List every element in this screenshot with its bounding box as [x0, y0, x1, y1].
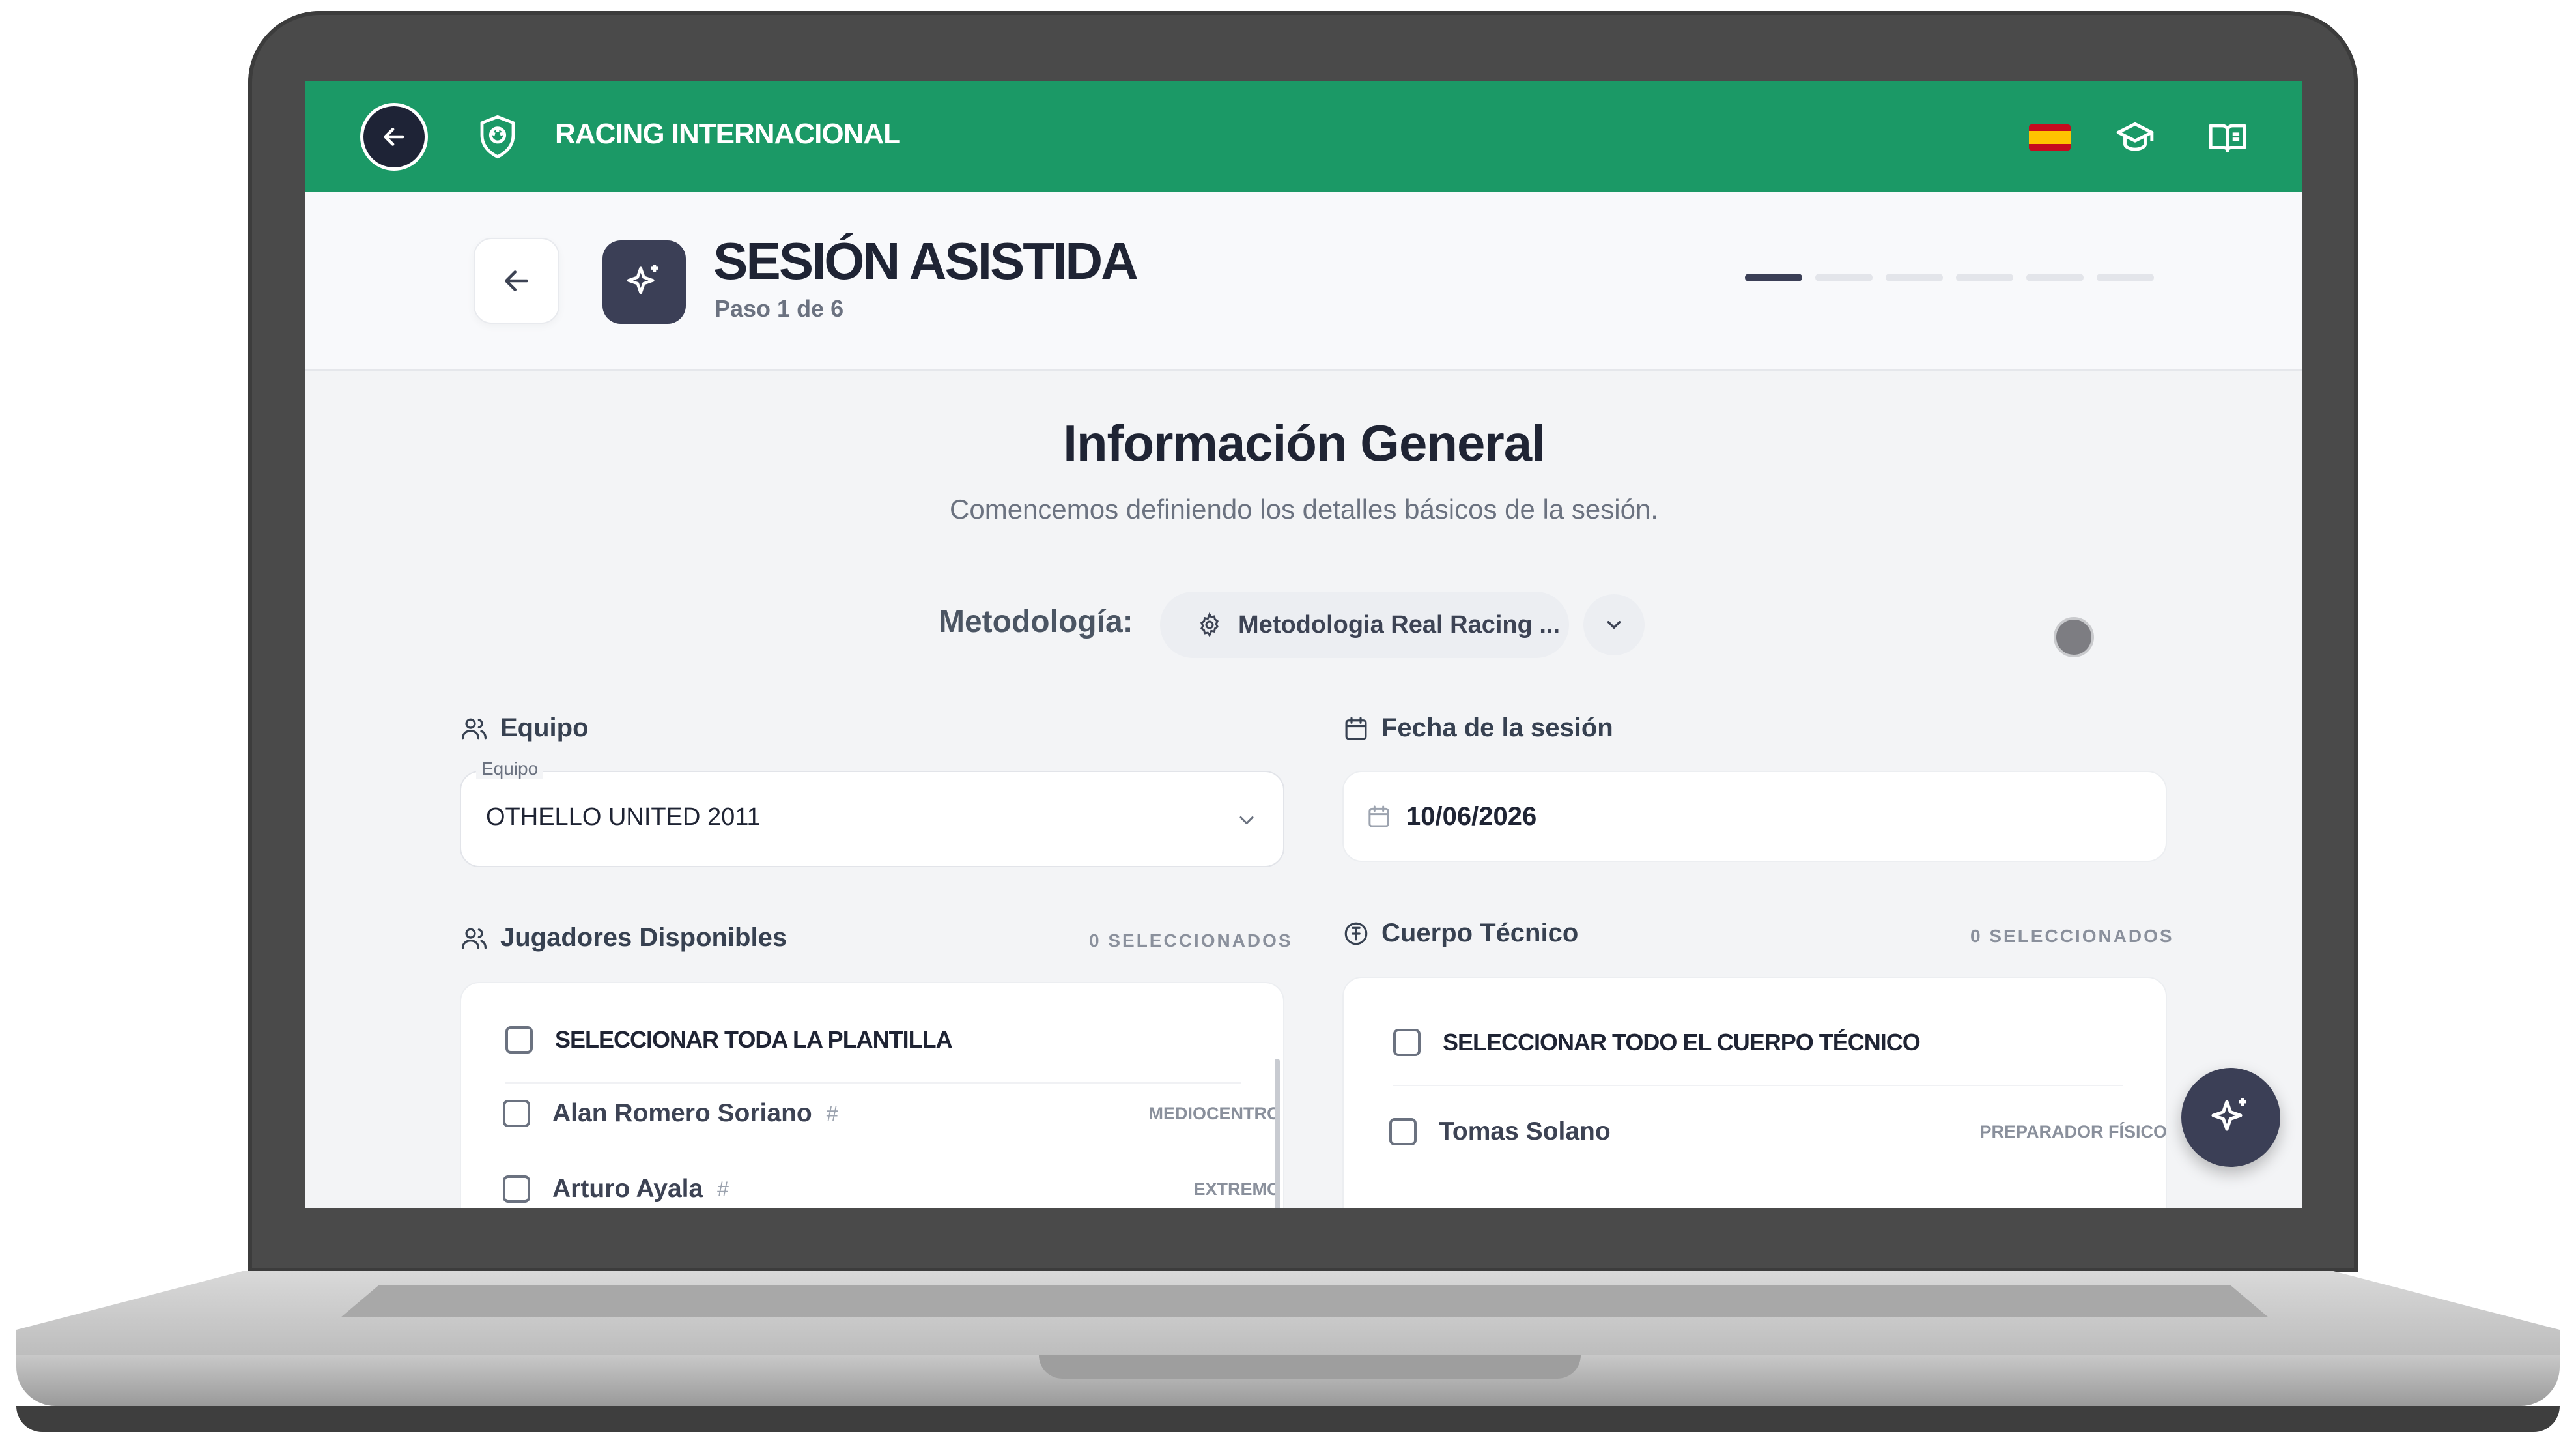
player-position: EXTREMO — [1193, 1179, 1281, 1199]
progress-step — [1815, 274, 1873, 281]
whistle-icon — [1344, 922, 1368, 945]
laptop-base-groove — [341, 1285, 2269, 1317]
methodology-selector[interactable]: Metodologia Real Racing ... — [1160, 592, 1569, 658]
users-icon — [461, 928, 487, 949]
section-subtitle: Comencemos definiendo los detalles básic… — [950, 494, 1658, 524]
staff-row[interactable]: Tomas Solano PREPARADOR FÍSICO — [1344, 1117, 2167, 1146]
sparkles-icon — [2211, 1098, 2246, 1131]
select-all-players-label: SELECCIONAR TODA LA PLANTILLA — [555, 1026, 953, 1053]
player-position: MEDIOCENTRO — [1148, 1103, 1281, 1123]
divider — [505, 1082, 1241, 1084]
staff-label-text: Cuerpo Técnico — [1381, 919, 1579, 947]
date-label-text: Fecha de la sesión — [1381, 713, 1613, 742]
spain-flag-icon[interactable] — [2029, 124, 2071, 151]
date-input[interactable]: 10/06/2026 — [1342, 771, 2167, 862]
book-open-icon[interactable] — [2207, 117, 2248, 158]
arrow-left-icon — [505, 270, 528, 291]
step-indicator: Paso 1 de 6 — [715, 295, 844, 322]
progress-step — [2097, 274, 2154, 281]
divider — [1393, 1085, 2123, 1086]
step-progress — [1745, 274, 2154, 281]
calendar-icon — [1368, 805, 1389, 827]
staff-selected-count: 0 SELECCIONADOS — [1970, 926, 2174, 946]
player-number: # — [826, 1101, 838, 1125]
select-all-players[interactable]: SELECCIONAR TODA LA PLANTILLA — [461, 1026, 1283, 1054]
team-select[interactable]: OTHELLO UNITED 2011 — [460, 771, 1284, 867]
players-scrollbar[interactable] — [1275, 1059, 1280, 1208]
players-label: Jugadores Disponibles — [460, 923, 787, 953]
page-title: SESIÓN ASISTIDA — [713, 232, 1139, 290]
methodology-label: Metodología: — [939, 605, 1133, 639]
player-row[interactable]: Arturo Ayala # EXTREMO — [461, 1175, 1283, 1203]
staff-list: SELECCIONAR TODO EL CUERPO TÉCNICO Tomas… — [1342, 977, 2167, 1208]
progress-step — [1886, 274, 1943, 281]
select-all-staff-label: SELECCIONAR TODO EL CUERPO TÉCNICO — [1443, 1029, 1921, 1055]
methodology-dropdown-button[interactable] — [1583, 594, 1645, 655]
methodology-value: Metodologia Real Racing ... — [1238, 610, 1561, 639]
player-name: Arturo Ayala — [552, 1175, 703, 1203]
staff-role: PREPARADOR FÍSICO — [1979, 1121, 2167, 1142]
calendar-icon — [1345, 717, 1367, 740]
progress-step — [1956, 274, 2013, 281]
shield-icon — [480, 115, 515, 159]
progress-step — [2026, 274, 2084, 281]
select-all-players-checkbox[interactable] — [505, 1026, 533, 1054]
graduation-cap-icon[interactable] — [2115, 117, 2155, 158]
arrow-left-icon — [384, 128, 404, 146]
gear-icon — [1200, 612, 1219, 637]
staff-checkbox[interactable] — [1389, 1118, 1417, 1145]
staff-label: Cuerpo Técnico — [1342, 919, 1578, 948]
team-select-value: OTHELLO UNITED 2011 — [486, 803, 761, 831]
chevron-down-icon — [1239, 816, 1254, 824]
laptop-base — [16, 1271, 2560, 1436]
cursor-indicator — [2054, 617, 2094, 657]
date-value: 10/06/2026 — [1406, 802, 1537, 831]
player-row[interactable]: Alan Romero Soriano # MEDIOCENTRO — [461, 1099, 1283, 1128]
top-bar: RACING INTERNACIONAL — [305, 81, 2302, 192]
players-list: SELECCIONAR TODA LA PLANTILLA Alan Romer… — [460, 982, 1284, 1208]
laptop-base-shadow — [16, 1406, 2560, 1432]
players-label-text: Jugadores Disponibles — [500, 923, 787, 952]
date-label: Fecha de la sesión — [1342, 713, 1613, 743]
users-icon — [461, 718, 487, 739]
app-back-button[interactable] — [360, 103, 428, 171]
player-number: # — [717, 1177, 729, 1201]
staff-name: Tomas Solano — [1439, 1117, 1611, 1145]
player-checkbox[interactable] — [503, 1175, 530, 1203]
sparkles-icon — [602, 240, 686, 324]
team-label: Equipo — [460, 713, 589, 743]
progress-step — [1745, 274, 1802, 281]
select-all-staff[interactable]: SELECCIONAR TODO EL CUERPO TÉCNICO — [1344, 1029, 2166, 1056]
select-all-staff-checkbox[interactable] — [1393, 1029, 1421, 1056]
wizard-back-button[interactable] — [474, 238, 559, 324]
app-screen: RACING INTERNACIONAL SESIÓN ASISTIDA Pas… — [305, 81, 2302, 1208]
ai-assistant-button[interactable] — [2181, 1068, 2280, 1167]
section-title: Información General — [1063, 414, 1546, 472]
player-checkbox[interactable] — [503, 1100, 530, 1127]
team-label-text: Equipo — [500, 713, 589, 742]
laptop-base-notch — [1039, 1355, 1581, 1379]
chevron-down-icon — [1607, 621, 1621, 629]
players-selected-count: 0 SELECCIONADOS — [1089, 930, 1293, 951]
brand-name: RACING INTERNACIONAL — [555, 118, 901, 150]
player-name: Alan Romero Soriano — [552, 1099, 812, 1127]
team-select-legend: Equipo — [476, 758, 544, 779]
wizard-header: SESIÓN ASISTIDA Paso 1 de 6 — [305, 192, 2302, 371]
